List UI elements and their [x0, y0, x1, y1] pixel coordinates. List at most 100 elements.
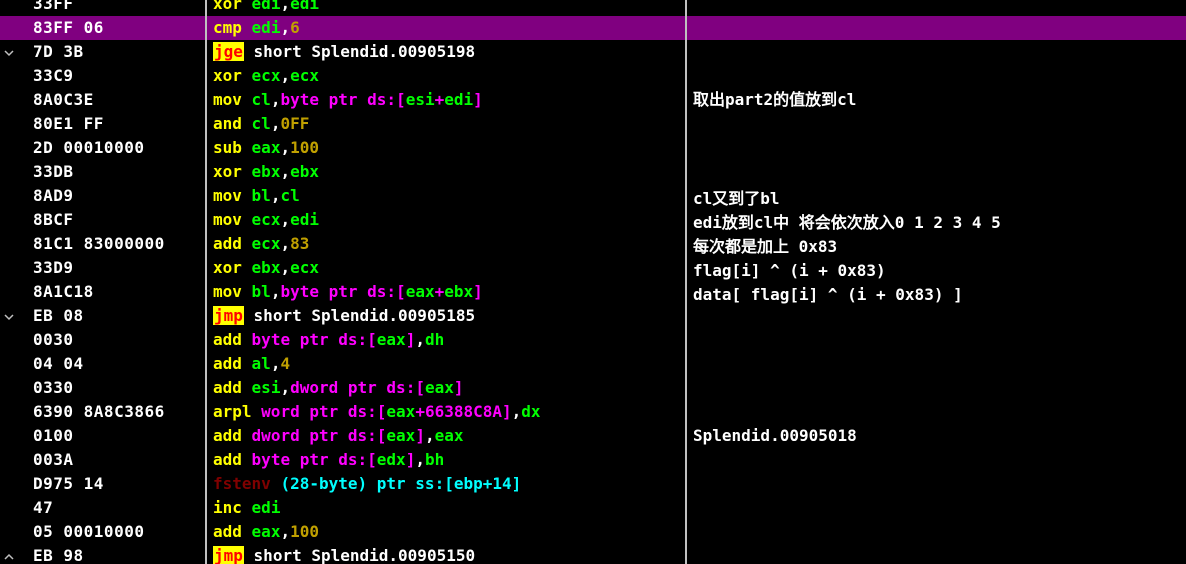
- operand-token: ,: [270, 114, 281, 133]
- column-separator-comment[interactable]: [685, 0, 687, 564]
- opcode-bytes: 04 04: [33, 354, 84, 373]
- operand-token: ,: [280, 258, 291, 277]
- operand-token: eax: [251, 522, 281, 541]
- opcode-bytes: 81C1 83000000: [33, 234, 165, 253]
- operand-token: ]: [405, 450, 416, 469]
- instruction: add byte ptr ds:[edx],bh: [213, 448, 444, 472]
- operand-token: short Splendid.00905185: [253, 306, 476, 325]
- disasm-row[interactable]: 33C9 xor ecx,ecx: [0, 64, 1186, 88]
- comment: 取出part2的值放到cl: [693, 90, 857, 109]
- disasm-row[interactable]: 83FF 06 cmp edi,6: [0, 16, 1186, 40]
- mnemonic: add: [213, 426, 242, 445]
- instruction: xor ebx,ecx: [213, 256, 319, 280]
- operand-token: edi: [290, 210, 319, 229]
- disasm-row[interactable]: 81C1 83000000 add ecx,83 每次都是加上 0x83: [0, 232, 1186, 256]
- operand-token: ,: [280, 522, 291, 541]
- operand-token: ebx: [290, 162, 319, 181]
- disasm-row[interactable]: D975 14 fstenv (28-byte) ptr ss:[ebp+14]: [0, 472, 1186, 496]
- operand-token: bh: [424, 450, 445, 469]
- disasm-row[interactable]: 0030 add byte ptr ds:[eax],dh: [0, 328, 1186, 352]
- disasm-row[interactable]: 04 04 add al,4: [0, 352, 1186, 376]
- disasm-row[interactable]: 33FF xor edi,edi: [0, 0, 1186, 16]
- instruction: xor edi,edi: [213, 0, 319, 16]
- operand-token: dh: [424, 330, 445, 349]
- operand-token: ,: [280, 66, 291, 85]
- instruction: and cl,0FF: [213, 112, 309, 136]
- operand-token: eax: [405, 282, 435, 301]
- mnemonic: add: [213, 354, 242, 373]
- operand-token: ]: [473, 90, 483, 109]
- operand-token: short Splendid.00905150: [253, 546, 476, 564]
- instruction: xor ecx,ecx: [213, 64, 319, 88]
- jump-up-arrow-icon: [4, 551, 14, 563]
- mnemonic: xor: [213, 66, 242, 85]
- disasm-row[interactable]: EB 08 jmp short Splendid.00905185: [0, 304, 1186, 328]
- operand-token: ,: [270, 282, 281, 301]
- operand-token: ,: [280, 234, 291, 253]
- disasm-row[interactable]: EB 98 jmp short Splendid.00905150: [0, 544, 1186, 564]
- operand-token: ebx: [251, 162, 281, 181]
- disasm-row[interactable]: 8A1C18 mov bl,byte ptr ds:[eax+ebx] data[ …: [0, 280, 1186, 304]
- operand-token: (28-byte) ptr ss:[ebp+14]: [280, 474, 522, 493]
- operand-token: byte ptr ds:[: [280, 282, 406, 301]
- opcode-bytes: 0100: [33, 426, 74, 445]
- opcode-bytes: 8BCF: [33, 210, 74, 229]
- opcode-bytes: 05 00010000: [33, 522, 145, 541]
- operand-token: cl: [280, 186, 300, 205]
- mnemonic: add: [213, 234, 242, 253]
- disasm-row[interactable]: 6390 8A8C3866 arpl word ptr ds:[eax+66388…: [0, 400, 1186, 424]
- operand-token: ]: [405, 330, 416, 349]
- opcode-bytes: 80E1 FF: [33, 114, 104, 133]
- operand-token: ebx: [251, 258, 281, 277]
- mnemonic: xor: [213, 162, 242, 181]
- opcode-bytes: 7D 3B: [33, 42, 84, 61]
- operand-token: byte ptr ds:[: [251, 330, 377, 349]
- opcode-bytes: D975 14: [33, 474, 104, 493]
- opcode-bytes: 47: [33, 498, 54, 517]
- instruction: add esi,dword ptr ds:[eax]: [213, 376, 464, 400]
- operand-token: eax: [386, 402, 416, 421]
- mnemonic: mov: [213, 210, 242, 229]
- operand-token: ,: [280, 138, 291, 157]
- instruction: add ecx,83: [213, 232, 309, 256]
- operand-token: ]: [415, 426, 425, 445]
- disasm-row[interactable]: 0100 add dword ptr ds:[eax],eax Splendid.0…: [0, 424, 1186, 448]
- disasm-row[interactable]: 80E1 FF and cl,0FF: [0, 112, 1186, 136]
- operand-token: 83: [290, 234, 310, 253]
- opcode-bytes: 003A: [33, 450, 74, 469]
- disasm-row[interactable]: 0330 add esi,dword ptr ds:[eax]: [0, 376, 1186, 400]
- opcode-bytes: 2D 00010000: [33, 138, 145, 157]
- column-separator-bytes[interactable]: [205, 0, 207, 564]
- operand-token: cl: [251, 114, 271, 133]
- mnemonic: jmp: [213, 546, 244, 564]
- disasm-row[interactable]: 8A0C3E mov cl,byte ptr ds:[esi+edi] 取出part…: [0, 88, 1186, 112]
- operand-token: ebx: [444, 282, 474, 301]
- mnemonic: add: [213, 450, 242, 469]
- operand-token: edi: [251, 18, 281, 37]
- disasm-row[interactable]: 8AD9 mov bl,cl cl又到了bl: [0, 184, 1186, 208]
- jump-down-arrow-icon: [4, 311, 14, 323]
- disassembly-view[interactable]: 33FF xor edi,edi 83FF 06 cmp edi,6 7D 3B jge …: [0, 0, 1186, 564]
- mnemonic: cmp: [213, 18, 242, 37]
- instruction: mov bl,byte ptr ds:[eax+ebx]: [213, 280, 483, 304]
- operand-token: edi: [251, 498, 281, 517]
- instruction: jmp short Splendid.00905150: [213, 544, 475, 564]
- operand-token: bl: [251, 282, 271, 301]
- operand-token: byte ptr ds:[: [251, 450, 377, 469]
- disasm-row[interactable]: 33DB xor ebx,ebx: [0, 160, 1186, 184]
- disasm-row[interactable]: 003A add byte ptr ds:[edx],bh: [0, 448, 1186, 472]
- opcode-bytes: 0330: [33, 378, 74, 397]
- operand-token: 4: [280, 354, 291, 373]
- disasm-row[interactable]: 33D9 xor ebx,ecx flag[i] ^ (i + 0x83): [0, 256, 1186, 280]
- opcode-bytes: 33DB: [33, 162, 74, 181]
- operand-token: ,: [415, 330, 425, 349]
- operand-token: +: [434, 90, 445, 109]
- opcode-bytes: 0030: [33, 330, 74, 349]
- disasm-row[interactable]: 05 00010000 add eax,100: [0, 520, 1186, 544]
- mnemonic: fstenv: [213, 474, 271, 493]
- disasm-row[interactable]: 47 inc edi: [0, 496, 1186, 520]
- opcode-bytes: 83FF 06: [33, 18, 104, 37]
- disasm-row[interactable]: 2D 00010000 sub eax,100: [0, 136, 1186, 160]
- disasm-row[interactable]: 7D 3B jge short Splendid.00905198: [0, 40, 1186, 64]
- disasm-row[interactable]: 8BCF mov ecx,edi edi放到cl中 将会依次放入0 1 2 3 4 …: [0, 208, 1186, 232]
